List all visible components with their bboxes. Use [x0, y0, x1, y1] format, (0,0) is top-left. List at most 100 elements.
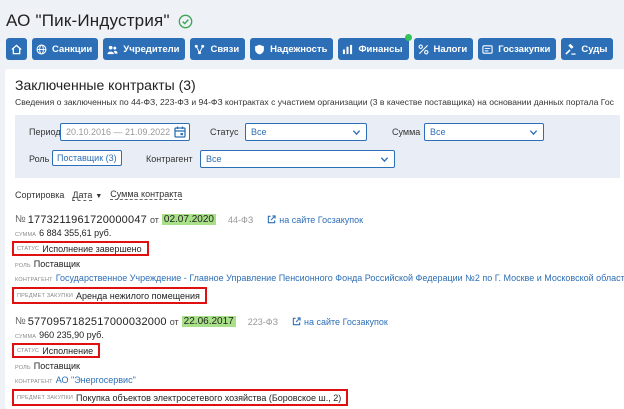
date-prefix: от	[149, 214, 159, 225]
nav-taxes-label: Налоги	[433, 43, 468, 55]
contract-law: 223-ФЗ	[247, 316, 279, 327]
contract-sum: 960 235,90 руб.	[39, 330, 104, 340]
nav-finance-button[interactable]: Финансы	[338, 34, 412, 60]
document-icon	[482, 44, 493, 54]
date-prefix: от	[169, 316, 179, 327]
company-name: АО "Пик-Индустрия"	[6, 11, 170, 30]
chart-icon	[343, 44, 353, 54]
status-field-label: Статус	[17, 347, 40, 354]
counterparty-link[interactable]: АО "Энергосервис"	[56, 375, 136, 385]
counterparty-select[interactable]: Все	[200, 150, 395, 168]
contract-subject: Покупка объектов электросетевого хозяйст…	[76, 392, 342, 403]
contract-sum: 6 884 355,61 руб.	[39, 228, 112, 238]
period-field[interactable]: 20.10.2016 — 21.09.2022	[60, 123, 190, 141]
contract-date: 02.07.2020	[161, 214, 216, 225]
sort-by-date[interactable]: Дата ▼	[72, 189, 103, 201]
nav-taxes-button[interactable]: Налоги	[413, 38, 474, 60]
gov-procurement-link[interactable]: на сайте Госзакупок	[292, 317, 388, 327]
chevron-down-icon	[529, 130, 538, 136]
nav-sanctions-label: Санкции	[52, 43, 93, 55]
annotation-box: Предмет закупки Аренда нежилого помещени…	[12, 287, 207, 304]
contract-status-row: Статус Исполнение завершено	[12, 241, 624, 257]
globe-icon	[36, 44, 47, 54]
verified-check-icon	[178, 14, 193, 28]
sum-select[interactable]: Все	[424, 123, 544, 141]
contract-law: 44-ФЗ	[227, 214, 254, 225]
subject-field-label: Предмет закупки	[17, 292, 74, 299]
contract-sum-row: Сумма 6 884 355,61 руб.	[15, 228, 624, 240]
counterparty-link[interactable]: Государственное Учреждение - Главное Упр…	[56, 273, 624, 283]
sort-label: Сортировка	[15, 189, 65, 200]
nav-links-button[interactable]: Связи	[190, 38, 246, 60]
percent-icon	[418, 44, 428, 54]
contract-header: № 5770957182517000032000 от 22.06.2017 2…	[15, 315, 388, 328]
counterparty-value: Все	[206, 154, 222, 164]
annotation-box: Предмет закупки Покупка объектов электро…	[12, 389, 349, 406]
gov-link-label: на сайте Госзакупок	[304, 316, 388, 327]
contract-item: № 5770957182517000032000 от 22.06.2017 2…	[12, 315, 388, 407]
nav-more-button[interactable]	[618, 38, 624, 60]
sum-field-label: Сумма	[15, 232, 37, 238]
role-field-label: Роль	[15, 365, 31, 371]
nav-links-label: Связи	[210, 43, 240, 55]
nav-courts-button[interactable]: Суды	[561, 38, 614, 60]
company-header: АО "Пик-Индустрия"	[6, 9, 193, 33]
nav-finance-label: Финансы	[358, 43, 403, 55]
chevron-down-icon	[380, 157, 389, 163]
chevron-down-icon	[352, 130, 361, 136]
status-value: Все	[251, 127, 267, 137]
sort-bar: Сортировка Дата ▼ Сумма контракта	[15, 189, 183, 201]
sum-label: Сумма	[392, 127, 421, 137]
sum-value: Все	[430, 127, 446, 137]
section-description: Сведения о заключенных по 44-ФЗ, 223-ФЗ …	[15, 97, 614, 107]
contract-status: Исполнение	[42, 345, 94, 356]
role-tag[interactable]: Поставщик (3)	[52, 150, 122, 166]
sum-field-label: Сумма	[15, 334, 37, 340]
gov-link-label: на сайте Госзакупок	[279, 214, 364, 225]
counterparty-label: Контрагент	[146, 154, 193, 164]
nav-reliability-label: Надежность	[270, 43, 328, 55]
nav-procurement-button[interactable]: Госзакупки	[478, 38, 557, 60]
contract-date: 22.06.2017	[181, 316, 236, 327]
contract-status: Исполнение завершено	[42, 243, 142, 254]
shield-icon	[255, 44, 265, 54]
section-nav: Санкции Учредители Связи Надежность Фина…	[6, 34, 624, 60]
calendar-icon[interactable]	[174, 126, 186, 138]
sort-by-sum[interactable]: Сумма контракта	[110, 189, 183, 200]
external-link-icon	[268, 215, 276, 224]
status-select[interactable]: Все	[245, 123, 367, 141]
nav-reliability-button[interactable]: Надежность	[250, 38, 334, 60]
nav-procurement-label: Госзакупки	[498, 43, 551, 55]
role-label: Роль	[29, 154, 50, 164]
gov-procurement-link[interactable]: на сайте Госзакупок	[267, 215, 363, 225]
status-field-label: Статус	[17, 245, 40, 252]
contract-number[interactable]: 5770957182517000032000	[28, 316, 167, 328]
counterparty-field-label: Контрагент	[15, 379, 53, 385]
nav-courts-label: Суды	[581, 43, 608, 55]
nav-sanctions-button[interactable]: Санкции	[32, 38, 99, 60]
number-prefix: №	[15, 214, 26, 225]
contract-subject-row: Предмет закупки Аренда нежилого помещени…	[12, 287, 624, 305]
contract-subject-row: Предмет закупки Покупка объектов электро…	[12, 389, 388, 407]
contract-status-row: Статус Исполнение	[12, 343, 388, 359]
contract-subject: Аренда нежилого помещения	[76, 290, 200, 301]
external-link-icon	[292, 317, 301, 326]
annotation-box: Статус Исполнение завершено	[12, 241, 149, 256]
contract-role-row: Роль Поставщик	[15, 361, 388, 373]
contract-item: № 1773211961720000047 от 02.07.2020 44-Ф…	[12, 213, 624, 305]
contract-counterparty-row: Контрагент Государственное Учреждение - …	[15, 273, 624, 285]
period-value: 20.10.2016 — 21.09.2022	[66, 127, 171, 137]
contract-header: № 1773211961720000047 от 02.07.2020 44-Ф…	[15, 213, 624, 226]
section-title: Заключенные контракты (3)	[15, 77, 196, 93]
users-icon	[107, 45, 118, 54]
nav-home-button[interactable]	[6, 38, 27, 60]
contracts-panel: Заключенные контракты (3) Сведения о зак…	[5, 69, 624, 409]
sort-desc-icon: ▼	[95, 192, 103, 200]
contract-number[interactable]: 1773211961720000047	[28, 214, 147, 226]
nav-founders-button[interactable]: Учредители	[103, 38, 186, 60]
counterparty-field-label: Контрагент	[15, 277, 53, 283]
network-icon	[195, 44, 205, 54]
sort-by-date-label: Дата	[72, 189, 93, 201]
contract-role: Поставщик	[33, 259, 80, 269]
contract-role: Поставщик	[33, 361, 80, 371]
